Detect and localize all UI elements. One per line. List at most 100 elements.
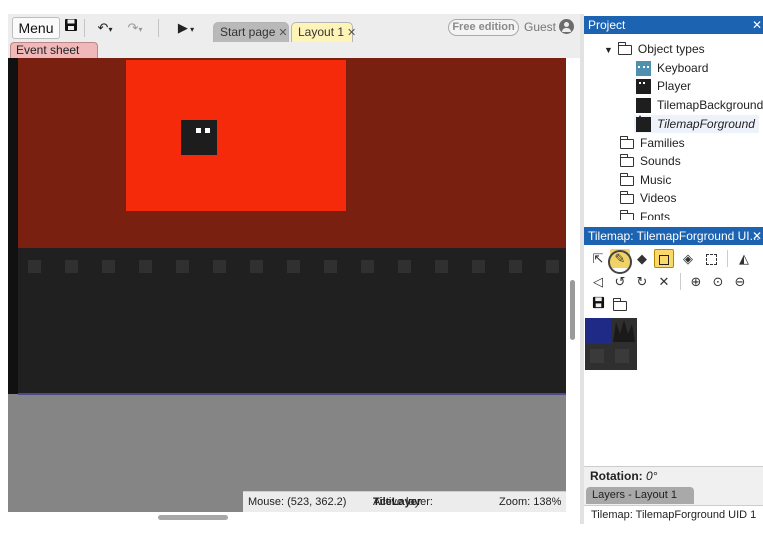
tile xyxy=(250,260,263,273)
tile xyxy=(509,260,522,273)
selection-icon[interactable] xyxy=(701,249,721,268)
rotation-indicator: Rotation: 0° xyxy=(584,466,763,485)
tile xyxy=(435,260,448,273)
zoom-out-icon[interactable]: ⊖ xyxy=(730,272,750,291)
layout-left-edge xyxy=(8,58,18,394)
player-sprite[interactable] xyxy=(181,120,217,155)
rotate-ccw-icon[interactable]: ↺ xyxy=(610,272,630,291)
project-panel-header[interactable]: Project ✕ xyxy=(584,16,763,34)
selection-glyph xyxy=(705,254,717,266)
close-icon[interactable]: ✕ xyxy=(752,16,762,34)
folder-icon xyxy=(620,172,634,186)
tile-swatch[interactable] xyxy=(615,349,629,363)
active-layer: Active layer: TileLayer xyxy=(373,492,433,512)
keyboard-icon xyxy=(636,61,651,77)
rectangle-icon[interactable] xyxy=(654,249,674,268)
tree-item-music[interactable]: Music xyxy=(620,171,671,189)
tree-item-player[interactable]: Player xyxy=(636,77,691,95)
tile-swatch[interactable] xyxy=(590,349,604,363)
redo-icon[interactable]: ↷▾ xyxy=(122,18,148,38)
zoom-level: Zoom: 138% xyxy=(499,496,562,508)
folder-icon xyxy=(617,41,632,55)
tree-item-fonts[interactable]: Fonts xyxy=(620,208,670,220)
close-icon[interactable]: ✕ xyxy=(347,27,356,39)
expand-arrow-icon[interactable]: ▼ xyxy=(604,45,613,55)
tree-item-label: Families xyxy=(640,136,685,150)
player-icon xyxy=(636,79,651,95)
toolbar-separator xyxy=(680,273,681,290)
tab-label: Layers - Layout 1 xyxy=(592,489,677,501)
tree-item-label: Object types xyxy=(637,42,705,56)
tree-item-sounds[interactable]: Sounds xyxy=(620,152,681,170)
red-tile-block[interactable] xyxy=(126,60,346,211)
folder-icon xyxy=(620,209,634,220)
player-eye xyxy=(196,128,201,133)
tilemap-panel-header[interactable]: Tilemap: TilemapForground UI... ✕ xyxy=(584,227,763,245)
rectangle-glyph xyxy=(659,254,669,265)
save-glyph xyxy=(592,296,604,309)
tree-item-videos[interactable]: Videos xyxy=(620,189,676,207)
play-icon[interactable]: ▶ ▾ xyxy=(172,18,200,38)
tilemap-foreground-icon xyxy=(636,115,651,133)
status-bar: Mouse: (523, 362.2) Active layer: TileLa… xyxy=(243,491,566,512)
tile xyxy=(102,260,115,273)
tile-swatch[interactable] xyxy=(585,318,611,344)
layout-view[interactable] xyxy=(8,58,566,512)
rotate-cw-icon[interactable]: ↻ xyxy=(632,272,652,291)
selection-info: Tilemap: TilemapForground UID 1 xyxy=(584,505,763,525)
tree-item-families[interactable]: Families xyxy=(620,134,685,152)
tileset-palette[interactable] xyxy=(585,318,637,370)
tile xyxy=(139,260,152,273)
eraser-icon[interactable]: ◆ xyxy=(632,249,652,268)
folder-icon xyxy=(620,190,634,204)
tab-start-page[interactable]: Start page ✕ xyxy=(213,22,289,42)
tile-swatch-spikes[interactable] xyxy=(613,320,635,342)
tree-item-label: Music xyxy=(640,173,672,187)
menu-button[interactable]: Menu xyxy=(12,17,60,39)
zoom-icon[interactable]: ⊕ xyxy=(686,272,706,291)
tab-layout-1[interactable]: Layout 1 ✕ xyxy=(291,22,356,42)
pointer-icon[interactable]: ⇱ xyxy=(588,249,608,268)
user-name[interactable]: Guest xyxy=(524,20,556,34)
save-icon[interactable] xyxy=(62,18,80,38)
player-eye xyxy=(205,128,210,133)
tree-item-label: Sounds xyxy=(640,154,681,168)
clear-icon[interactable]: ✕ xyxy=(654,272,674,291)
tree-item-keyboard[interactable]: Keyboard xyxy=(636,59,708,77)
panel-title: Project xyxy=(588,18,626,32)
tab-label: Start page xyxy=(220,25,276,39)
save-tileset-icon[interactable] xyxy=(588,295,608,314)
rotation-label: Rotation: xyxy=(590,469,643,483)
tile xyxy=(361,260,374,273)
user-icon[interactable] xyxy=(559,19,574,34)
tree-item-tilemap-forground[interactable]: TilemapForground xyxy=(634,115,759,133)
tab-layers[interactable]: Layers - Layout 1 xyxy=(586,487,694,504)
folder-icon xyxy=(620,153,634,167)
folder-glyph xyxy=(613,297,627,311)
flip-horizontal-icon[interactable]: ◭ xyxy=(734,249,754,268)
toolbar-separator xyxy=(727,250,728,267)
tile xyxy=(324,260,337,273)
folder-icon[interactable] xyxy=(610,295,630,314)
tree-item-label: Player xyxy=(657,79,692,93)
tree-item-label: Keyboard xyxy=(657,61,709,75)
horizontal-scrollbar[interactable] xyxy=(158,515,228,520)
vertical-scrollbar[interactable] xyxy=(570,280,575,340)
save-glyph xyxy=(65,19,77,31)
tab-event-sheet-1[interactable]: Event sheet 1✕ xyxy=(10,42,98,72)
edition-badge[interactable]: Free edition xyxy=(448,19,519,36)
tile xyxy=(287,260,300,273)
tile xyxy=(398,260,411,273)
active-layer-prefix: Active layer: xyxy=(373,496,433,508)
zoom-in-icon[interactable]: ⊙ xyxy=(708,272,728,291)
toolbar-separator xyxy=(84,19,85,37)
undo-icon[interactable]: ↶▾ xyxy=(92,18,118,38)
close-icon[interactable]: ✕ xyxy=(278,27,287,39)
tree-item-tilemap-background[interactable]: TilemapBackground xyxy=(636,96,763,114)
tile xyxy=(213,260,226,273)
tree-item-label: TilemapForground xyxy=(657,117,755,131)
fill-icon[interactable]: ◈ xyxy=(678,249,698,268)
tree-item-object-types[interactable]: ▼ Object types xyxy=(604,40,705,58)
flip-vertical-icon[interactable]: ◁ xyxy=(588,272,608,291)
close-icon[interactable]: ✕ xyxy=(752,227,762,245)
